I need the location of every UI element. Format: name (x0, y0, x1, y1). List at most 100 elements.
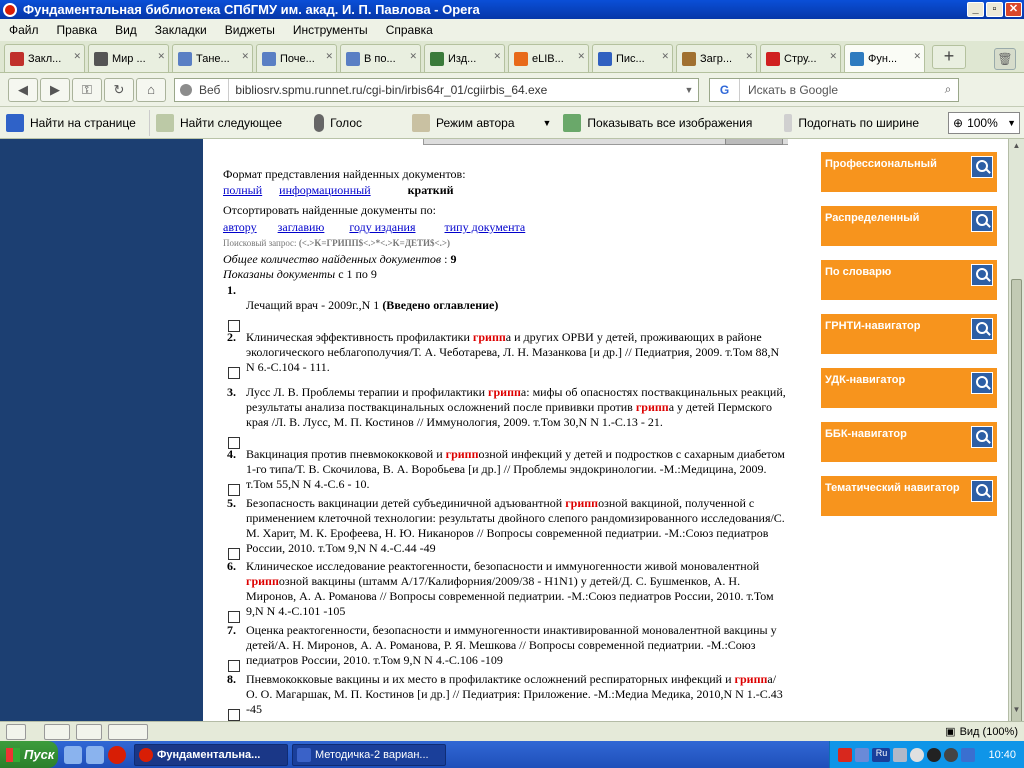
result-checkbox[interactable] (228, 660, 240, 672)
tab-close-icon[interactable]: ✕ (745, 51, 753, 62)
find-next-button[interactable]: Найти следующее (150, 110, 288, 136)
trash-icon[interactable]: 🗑 (994, 48, 1016, 70)
scroll-up-icon[interactable]: ▲ (1011, 141, 1022, 153)
search-submit-edge[interactable] (725, 139, 783, 145)
taskbar-item-opera[interactable]: Фундаментальна... (134, 743, 288, 766)
quick-launch-icon[interactable] (86, 745, 104, 764)
unite-icon[interactable] (76, 723, 102, 740)
navigator-button[interactable]: Распределенный (821, 206, 997, 246)
navigator-button[interactable]: Профессиональный (821, 152, 997, 192)
fit-width-button[interactable]: Подогнать по ширине (778, 110, 925, 136)
chevron-down-icon[interactable]: ▼ (543, 118, 552, 128)
reload-button[interactable]: ↻ (104, 77, 134, 102)
navigator-button[interactable]: ББК-навигатор (821, 422, 997, 462)
turbo-icon[interactable] (108, 723, 148, 740)
magnifier-icon[interactable] (971, 426, 993, 448)
wand-button[interactable]: ⚿ (72, 77, 102, 102)
minimize-button[interactable]: _ (967, 2, 984, 17)
network-icon[interactable] (855, 747, 870, 762)
sort-title-link[interactable]: заглавию (278, 220, 325, 234)
author-mode-button[interactable]: Режим автора ▼ (406, 110, 557, 136)
browser-tab[interactable]: Закл... ✕ (4, 44, 85, 72)
menu-item[interactable]: Закладки (146, 23, 216, 37)
vertical-scrollbar[interactable]: ▲ ▼ (1008, 139, 1024, 725)
antivirus-icon[interactable] (838, 747, 853, 762)
search-box[interactable]: G Искать в Google ⌕ (709, 77, 959, 102)
tab-close-icon[interactable]: ✕ (913, 51, 921, 62)
magnifier-icon[interactable] (971, 318, 993, 340)
format-info-link[interactable]: информационный (279, 183, 370, 197)
home-button[interactable]: ⌂ (136, 77, 166, 102)
menu-item[interactable]: Вид (106, 23, 146, 37)
forward-button[interactable]: ▶ (40, 77, 70, 102)
format-full-link[interactable]: полный (223, 183, 262, 197)
chevron-down-icon[interactable]: ▼ (680, 85, 698, 95)
sort-year-link[interactable]: году издания (349, 220, 415, 234)
tab-close-icon[interactable]: ✕ (829, 51, 837, 62)
search-icon[interactable]: ⌕ (938, 82, 958, 97)
tab-close-icon[interactable]: ✕ (661, 51, 669, 62)
tab-close-icon[interactable]: ✕ (409, 51, 417, 62)
browser-tab[interactable]: Тане... ✕ (172, 44, 253, 72)
show-images-button[interactable]: Показывать все изображения (557, 110, 758, 136)
navigator-button[interactable]: По словарю (821, 260, 997, 300)
browser-tab[interactable]: Мир ... ✕ (88, 44, 169, 72)
tab-close-icon[interactable]: ✕ (325, 51, 333, 62)
magnifier-icon[interactable] (971, 156, 993, 178)
google-icon[interactable]: G (710, 78, 740, 101)
menu-item[interactable]: Инструменты (284, 23, 377, 37)
menu-item[interactable]: Виджеты (216, 23, 284, 37)
browser-tab[interactable]: Загр... ✕ (676, 44, 757, 72)
browser-tab[interactable]: В по... ✕ (340, 44, 421, 72)
browser-tab[interactable]: Фун... ✕ (844, 44, 925, 72)
tray-icon[interactable] (927, 747, 942, 762)
result-checkbox[interactable] (228, 367, 240, 379)
voice-button[interactable]: Голос (308, 110, 368, 136)
tab-close-icon[interactable]: ✕ (157, 51, 165, 62)
tab-close-icon[interactable]: ✕ (73, 51, 81, 62)
search-input[interactable]: Искать в Google (740, 83, 938, 97)
volume-icon[interactable] (961, 747, 976, 762)
navigator-button[interactable]: ГРНТИ-навигатор (821, 314, 997, 354)
back-button[interactable]: ◀ (8, 77, 38, 102)
navigator-button[interactable]: УДК-навигатор (821, 368, 997, 408)
browser-tab[interactable]: Стру... ✕ (760, 44, 841, 72)
sync-icon[interactable] (44, 723, 70, 740)
magnifier-icon[interactable] (971, 480, 993, 502)
opera-quick-launch-icon[interactable] (108, 745, 126, 764)
zoom-select[interactable]: ⊕ 100% ▼ (948, 111, 1020, 134)
address-bar[interactable]: Веб bibliosrv.spmu.runnet.ru/cgi-bin/irb… (174, 77, 699, 102)
menu-item[interactable]: Правка (48, 23, 107, 37)
result-checkbox[interactable] (228, 709, 240, 721)
tab-close-icon[interactable]: ✕ (241, 51, 249, 62)
browser-tab[interactable]: Пис... ✕ (592, 44, 673, 72)
maximize-button[interactable]: ▫ (986, 2, 1003, 17)
view-zoom-control[interactable]: ▣ Вид (100%) (945, 725, 1018, 739)
tray-icon[interactable] (910, 747, 925, 762)
magnifier-icon[interactable] (971, 210, 993, 232)
menu-item[interactable]: Файл (0, 23, 48, 37)
magnifier-icon[interactable] (971, 372, 993, 394)
tab-close-icon[interactable]: ✕ (493, 51, 501, 62)
result-checkbox[interactable] (228, 611, 240, 623)
result-checkbox[interactable] (228, 484, 240, 496)
navigator-button[interactable]: Тематический навигатор (821, 476, 997, 516)
browser-tab[interactable]: Изд... ✕ (424, 44, 505, 72)
sort-type-link[interactable]: типу документа (445, 220, 526, 234)
address-url[interactable]: bibliosrv.spmu.runnet.ru/cgi-bin/irbis64… (229, 83, 680, 97)
close-button[interactable]: ✕ (1005, 2, 1022, 17)
tab-close-icon[interactable]: ✕ (577, 51, 585, 62)
taskbar-item-word[interactable]: Методичка-2 вариан... (292, 743, 446, 766)
scrollbar-thumb[interactable] (1011, 279, 1022, 725)
language-indicator[interactable]: Ru (872, 747, 891, 762)
browser-tab[interactable]: Поче... ✕ (256, 44, 337, 72)
start-button[interactable]: Пуск (0, 741, 58, 768)
sort-author-link[interactable]: автору (223, 220, 257, 234)
menu-item[interactable]: Справка (377, 23, 442, 37)
panel-toggle-icon[interactable] (6, 723, 26, 740)
chevron-down-icon[interactable]: ▼ (1004, 118, 1019, 128)
browser-tab[interactable]: eLIB... ✕ (508, 44, 589, 72)
magnifier-icon[interactable] (971, 264, 993, 286)
find-in-page-field[interactable]: Найти на странице (0, 109, 150, 136)
scroll-down-icon[interactable]: ▼ (1011, 705, 1022, 717)
